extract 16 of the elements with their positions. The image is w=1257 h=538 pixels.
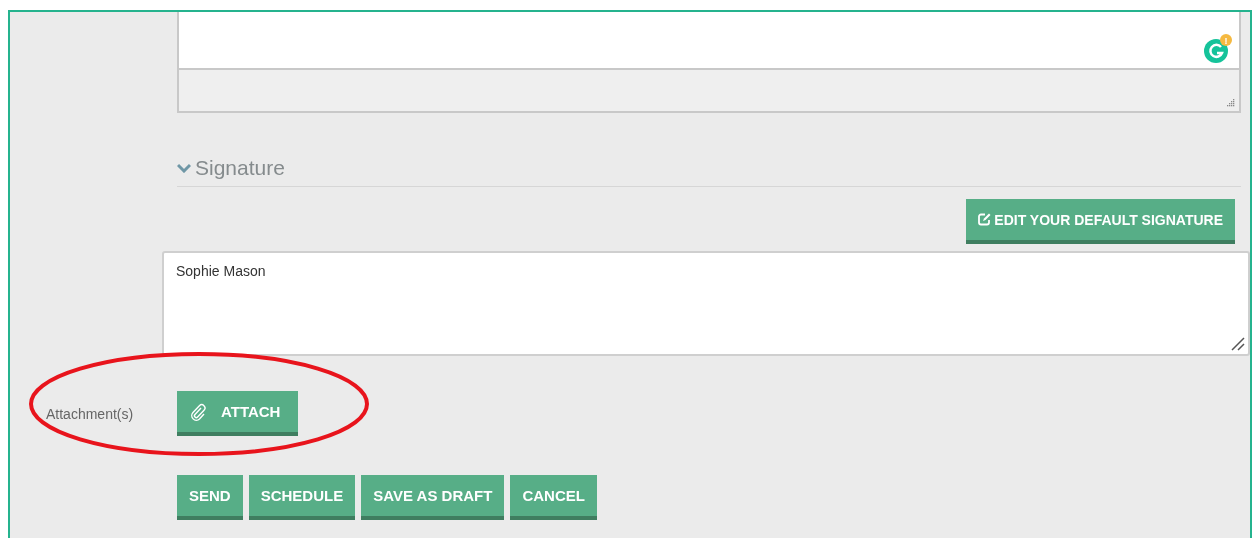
paperclip-icon	[189, 402, 207, 421]
cancel-button[interactable]: CANCEL	[510, 475, 597, 520]
edit-icon	[978, 213, 992, 226]
section-title[interactable]: Signature	[195, 155, 285, 180]
attachments-label: Attachment(s)	[46, 405, 135, 422]
attach-button[interactable]: ATTACH	[177, 391, 299, 436]
send-button[interactable]: SEND	[177, 475, 243, 520]
schedule-button[interactable]: SCHEDULE	[248, 475, 356, 520]
edit-signature-button[interactable]: EDIT YOUR DEFAULT SIGNATURE	[966, 199, 1235, 244]
chevron-icon[interactable]	[177, 162, 191, 173]
signature-text: Sophie Mason	[176, 263, 266, 279]
save-draft-button[interactable]: SAVE AS DRAFT	[361, 475, 505, 520]
text-editor-field[interactable]: !	[177, 12, 1241, 70]
resize-grip-icon[interactable]	[1226, 98, 1235, 107]
resize-handle-icon[interactable]	[1231, 337, 1245, 351]
signature-field[interactable]: Sophie Mason	[162, 251, 1250, 356]
